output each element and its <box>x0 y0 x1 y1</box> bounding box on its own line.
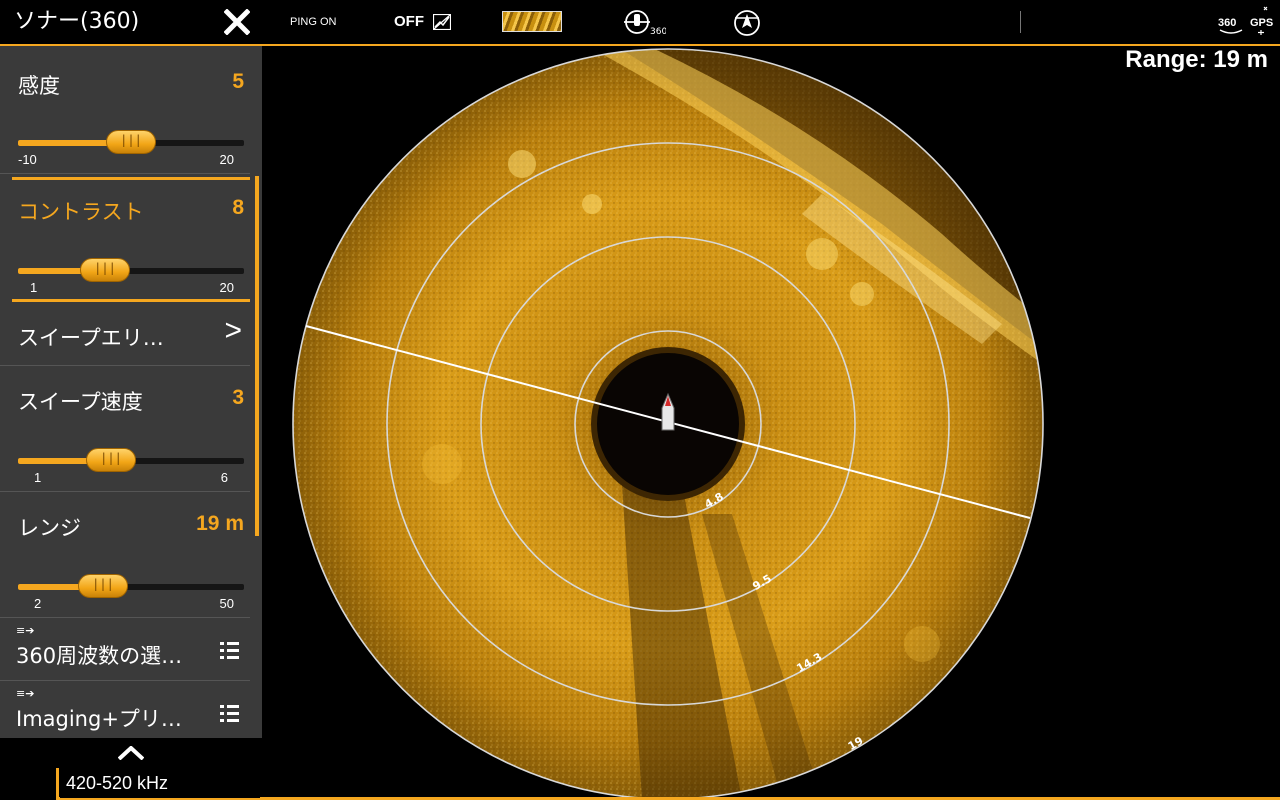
frequency-select-label: 360周波数の選… <box>16 644 183 668</box>
sweep-speed-slider[interactable] <box>18 448 244 472</box>
list-icon <box>220 642 239 659</box>
sweep-speed-max: 6 <box>220 470 228 485</box>
sweep-speed-value: 3 <box>232 386 244 409</box>
range-slider[interactable] <box>18 574 244 598</box>
chart-off-icon[interactable] <box>433 14 451 30</box>
sensitivity-min: -10 <box>18 152 37 167</box>
range-label: Range: 19 m <box>1125 46 1268 73</box>
frequency-status: 420-520 kHz <box>60 768 260 798</box>
range-setting-label: レンジ <box>18 516 81 540</box>
menu-scrollbar[interactable] <box>255 176 259 536</box>
chevron-right-icon: > <box>224 314 242 347</box>
svg-text:360: 360 <box>650 27 666 37</box>
sonar-360-icon[interactable]: 360 <box>1216 8 1246 38</box>
menu-list[interactable]: 感度 5 -10 20 コントラスト 8 1 20 <box>0 44 262 738</box>
range-setting-value: 19 m <box>196 512 244 535</box>
menu-item-contrast[interactable]: コントラスト 8 1 20 <box>12 177 250 302</box>
contrast-value: 8 <box>232 196 244 219</box>
svg-text:360: 360 <box>1218 17 1236 29</box>
sensitivity-slider[interactable] <box>18 130 244 154</box>
svg-text:GPS: GPS <box>1250 17 1273 29</box>
menu-footer <box>0 738 262 768</box>
sweep-speed-range: 1 6 <box>18 470 234 485</box>
contrast-slider[interactable] <box>18 258 244 282</box>
submenu-arrow-icon: ≡➔ <box>16 624 35 637</box>
sonar-view[interactable]: 4.8 9.5 14.3 19 <box>262 44 1280 800</box>
contrast-range: 1 20 <box>18 280 234 295</box>
sensitivity-label: 感度 <box>18 74 60 98</box>
menu-item-sweep-area[interactable]: スイープエリ… > <box>0 302 250 366</box>
ping-status[interactable]: PING ON <box>290 0 336 44</box>
menu-item-range[interactable]: レンジ 19 m 2 50 <box>0 492 250 618</box>
menu-item-imaging-preset[interactable]: ≡➔ Imaging+プリ… <box>0 681 250 740</box>
sweep-area-label: スイープエリ… <box>18 326 164 350</box>
gps-icon[interactable]: GPS <box>1248 4 1274 38</box>
list-icon <box>220 705 239 722</box>
sweep-speed-label: スイープ速度 <box>18 390 143 414</box>
menu-item-sweep-speed[interactable]: スイープ速度 3 1 6 <box>0 366 250 492</box>
sweep-speed-slider-knob[interactable] <box>86 448 136 472</box>
sonar-thumbnail[interactable] <box>502 11 562 32</box>
range-min: 2 <box>34 596 42 611</box>
range-range: 2 50 <box>18 596 234 611</box>
sonar-menu-panel: ソナー(360) 感度 5 -10 20 コントラスト 8 <box>0 0 262 768</box>
off-status[interactable]: OFF <box>394 0 424 44</box>
chevron-up-icon[interactable] <box>118 746 144 760</box>
transducer-360-icon[interactable]: 360 <box>622 8 666 38</box>
sonar-disc <box>293 49 1043 799</box>
imaging-preset-label: Imaging+プリ… <box>16 707 182 731</box>
sensitivity-range: -10 20 <box>18 152 234 167</box>
range-slider-knob[interactable] <box>78 574 128 598</box>
topbar-separator <box>1020 11 1021 33</box>
menu-title: ソナー(360) <box>14 9 140 34</box>
menu-item-360-frequency[interactable]: ≡➔ 360周波数の選… <box>0 618 250 681</box>
contrast-min: 1 <box>30 280 38 295</box>
contrast-label: コントラスト <box>18 200 144 224</box>
sweep-speed-min: 1 <box>34 470 42 485</box>
top-status-bar: PING ON OFF 360 360 GPS <box>262 0 1280 44</box>
range-max: 50 <box>219 596 234 611</box>
menu-header: ソナー(360) <box>0 0 262 44</box>
close-icon[interactable] <box>224 9 250 35</box>
sensitivity-slider-knob[interactable] <box>106 130 156 154</box>
heading-icon[interactable] <box>732 8 762 38</box>
sensitivity-max: 20 <box>219 152 234 167</box>
menu-item-sensitivity[interactable]: 感度 5 -10 20 <box>0 46 250 174</box>
sensitivity-value: 5 <box>232 70 244 93</box>
contrast-max: 20 <box>219 280 234 295</box>
submenu-arrow-icon: ≡➔ <box>16 687 35 700</box>
contrast-slider-knob[interactable] <box>80 258 130 282</box>
